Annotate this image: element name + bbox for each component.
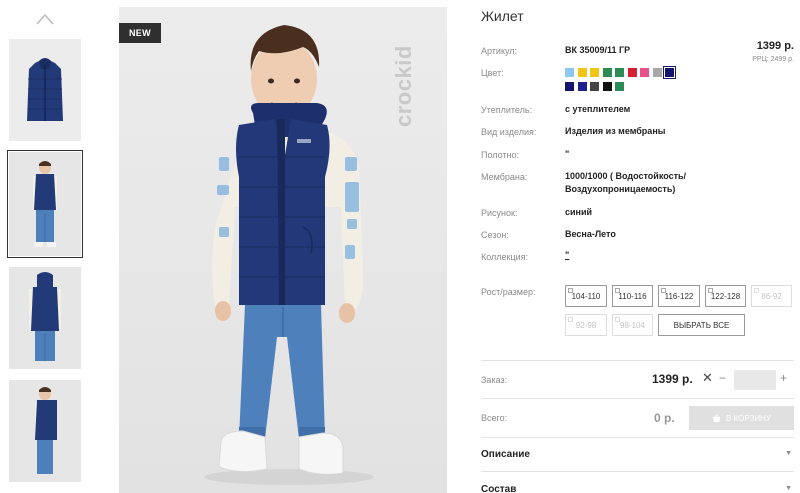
kid-back-thumbnail-image	[9, 267, 81, 369]
kid-front-thumbnail-image	[9, 152, 81, 256]
pattern-value: синий	[565, 207, 593, 217]
product-details-panel: Жилет Артикул: ВК 35009/11 ГР 1399 р. РР…	[481, 0, 794, 493]
color-swatch[interactable]	[602, 68, 612, 77]
quantity-decrease-button[interactable]: −	[719, 371, 726, 385]
chevron-down-icon[interactable]: ▼	[785, 450, 792, 457]
chevron-down-icon[interactable]: ▼	[785, 485, 792, 492]
size-label-text: 98-104	[620, 320, 645, 330]
insulation-label: Утеплитель:	[481, 105, 533, 115]
color-swatch[interactable]	[615, 68, 624, 77]
thumbnails-scroll-up[interactable]	[35, 12, 55, 26]
add-to-cart-button[interactable]: В КОРЗИНУ	[689, 406, 794, 430]
color-swatch[interactable]	[627, 68, 637, 77]
season-value: Весна-Лето	[565, 229, 616, 239]
size-option-122-128[interactable]: 122-128	[705, 285, 746, 307]
size-option-116-122[interactable]: 116-122	[658, 285, 700, 307]
color-swatch[interactable]	[652, 68, 662, 77]
add-to-cart-label: В КОРЗИНУ	[726, 413, 771, 423]
membrane-label: Мембрана:	[481, 172, 528, 182]
size-label-text: 122-128	[710, 291, 741, 301]
color-swatch[interactable]	[577, 68, 587, 77]
kid-side-thumbnail-image	[9, 380, 81, 482]
pattern-label: Рисунок:	[481, 208, 518, 218]
fabric-label: Полотно:	[481, 150, 520, 160]
size-checkbox	[754, 288, 759, 293]
size-checkbox	[568, 317, 573, 322]
divider	[481, 437, 794, 438]
chevron-up-icon	[36, 13, 54, 25]
divider	[481, 360, 794, 361]
size-option-86-92: 86-92	[751, 285, 792, 307]
color-swatch[interactable]	[615, 82, 624, 91]
color-swatch[interactable]	[663, 66, 676, 79]
select-all-sizes-button[interactable]: ВЫБРАТЬ ВСЕ	[658, 314, 745, 336]
color-label: Цвет:	[481, 68, 504, 78]
main-product-photo[interactable]: NEW crockid	[119, 7, 447, 493]
color-swatch[interactable]	[590, 68, 599, 77]
composition-accordion[interactable]: Состав	[481, 484, 516, 493]
size-label-text: 110-116	[618, 291, 647, 301]
quantity-increase-button[interactable]: +	[780, 371, 787, 385]
vest-thumbnail-image	[9, 39, 81, 141]
color-swatch[interactable]	[602, 82, 612, 91]
size-label-text: 86-92	[761, 291, 782, 301]
quantity-input[interactable]	[734, 370, 776, 390]
collection-value: "	[565, 250, 570, 260]
product-type-label: Вид изделия:	[481, 127, 537, 137]
size-option-98-104: 98-104	[612, 314, 653, 336]
size-checkbox	[615, 317, 620, 322]
divider	[481, 471, 794, 472]
size-label-text: 92-98	[575, 320, 597, 330]
order-label: Заказ:	[481, 375, 508, 385]
thumbnail-kid-back[interactable]	[9, 267, 81, 369]
product-type-value: Изделия из мембраны	[565, 126, 666, 136]
season-label: Сезон:	[481, 230, 509, 240]
thumbnail-kid-side[interactable]	[9, 380, 81, 482]
insulation-value: с утеплителем	[565, 104, 631, 114]
size-label: Рост/размер:	[481, 287, 536, 297]
article-value: ВК 35009/11 ГР	[565, 45, 631, 55]
description-accordion[interactable]: Описание	[481, 449, 530, 460]
size-checkbox	[708, 288, 713, 293]
product-title: Жилет	[481, 8, 524, 24]
size-option-92-98: 92-98	[565, 314, 607, 336]
cart-icon	[712, 413, 721, 422]
multiply-icon: ✕	[702, 370, 713, 385]
divider	[481, 398, 794, 399]
size-label-text: 104-110	[571, 291, 601, 301]
rrp-price: РРЦ: 2499 р.	[752, 56, 794, 63]
article-label: Артикул:	[481, 46, 518, 56]
color-swatch[interactable]	[590, 82, 599, 91]
color-swatch[interactable]	[577, 82, 587, 91]
fabric-value: "	[565, 149, 570, 159]
size-checkbox	[661, 288, 666, 293]
thumbnail-vest[interactable]	[9, 39, 81, 141]
collection-label: Коллекция:	[481, 252, 529, 262]
new-badge: NEW	[119, 23, 161, 43]
size-label-text: 116-122	[664, 291, 694, 301]
size-checkbox	[568, 288, 573, 293]
size-option-110-116[interactable]: 110-116	[612, 285, 653, 307]
membrane-value: 1000/1000 ( Водостойкость/ Воздухопрониц…	[565, 171, 687, 194]
color-swatch[interactable]	[640, 68, 649, 77]
brand-watermark: crockid	[391, 45, 416, 127]
thumbnail-kid-front[interactable]	[7, 150, 83, 258]
total-value: 0 р.	[654, 411, 675, 425]
color-swatch[interactable]	[565, 68, 574, 77]
color-swatch[interactable]	[565, 82, 574, 91]
product-price: 1399 р.	[756, 40, 794, 52]
order-price: 1399 р.	[652, 372, 693, 386]
size-option-104-110[interactable]: 104-110	[565, 285, 607, 307]
total-label: Всего:	[481, 413, 508, 423]
size-checkbox	[615, 288, 620, 293]
